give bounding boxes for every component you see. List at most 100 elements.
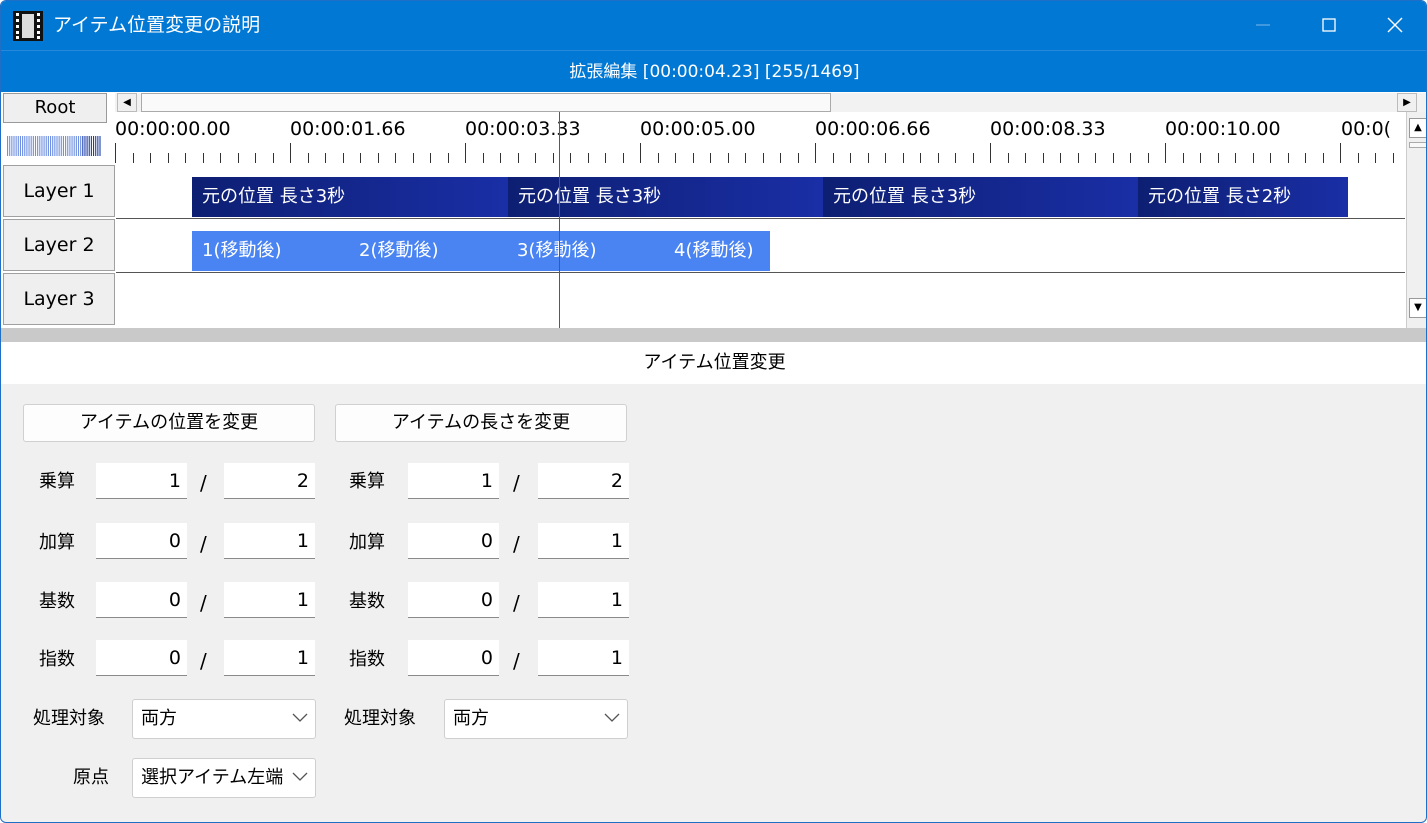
fraction-slash: /: [200, 649, 207, 673]
layer-lane-3[interactable]: [116, 273, 1405, 327]
timeline-clip[interactable]: 1(移動後): [192, 231, 349, 271]
right-target-select[interactable]: 両方: [444, 699, 628, 739]
maximize-icon: [1322, 18, 1336, 32]
left-base-label: 基数: [39, 591, 75, 612]
left-add-denominator-input[interactable]: 1: [224, 523, 315, 559]
scale-bar: [60, 136, 62, 156]
left-exponent-label: 指数: [39, 649, 75, 670]
scale-bar: [45, 136, 47, 156]
scroll-down-icon[interactable]: ▼: [1409, 298, 1426, 318]
right-add-numerator-input[interactable]: 0: [408, 523, 499, 559]
close-button[interactable]: [1362, 1, 1426, 50]
scale-bar: [50, 136, 52, 156]
scale-bar: [41, 136, 43, 156]
right-multiply-denominator-input[interactable]: 2: [538, 463, 629, 499]
left-exponent-numerator-input[interactable]: 0: [96, 640, 187, 676]
scale-bar: [90, 136, 92, 156]
timeline-clip[interactable]: 元の位置 長さ3秒: [823, 177, 1138, 217]
scale-bar: [84, 136, 86, 156]
origin-select[interactable]: 選択アイテム左端: [132, 758, 316, 798]
left-base-numerator-input[interactable]: 0: [96, 582, 187, 618]
maximize-button[interactable]: [1296, 1, 1362, 50]
scroll-left-icon[interactable]: ◀: [117, 93, 137, 112]
panel-splitter[interactable]: [1, 328, 1426, 342]
left-multiply-denominator-input[interactable]: 2: [224, 463, 315, 499]
scale-bar: [82, 136, 84, 156]
layer-lane-2[interactable]: 1(移動後) 2(移動後) 3(移動後) 4(移動後): [116, 219, 1405, 273]
right-exponent-numerator-input[interactable]: 0: [408, 640, 499, 676]
right-add-denominator-input[interactable]: 1: [538, 523, 629, 559]
scale-bar: [24, 136, 26, 156]
scale-bar: [97, 136, 99, 156]
left-base-denominator-input[interactable]: 1: [224, 582, 315, 618]
fraction-slash: /: [513, 471, 520, 495]
change-length-button[interactable]: アイテムの長さを変更: [335, 404, 627, 442]
change-position-button[interactable]: アイテムの位置を変更: [23, 404, 315, 442]
layer-header-2[interactable]: Layer 2: [3, 219, 115, 271]
minimize-button[interactable]: [1230, 1, 1296, 50]
right-multiply-numerator-input[interactable]: 1: [408, 463, 499, 499]
fraction-slash: /: [200, 591, 207, 615]
layer-header-1[interactable]: Layer 1: [3, 165, 115, 217]
scale-bar: [80, 136, 82, 156]
scale-bar: [17, 136, 19, 156]
left-target-select[interactable]: 両方: [132, 699, 316, 739]
root-button[interactable]: Root: [3, 93, 107, 123]
scale-bar: [32, 136, 34, 156]
scale-bar: [88, 136, 90, 156]
timeline-clip[interactable]: 元の位置 長さ2秒: [1138, 177, 1348, 217]
playhead-cursor[interactable]: [559, 112, 560, 328]
vertical-scroll-thumb[interactable]: [1409, 142, 1426, 148]
scale-bar: [22, 136, 24, 156]
chevron-down-icon: [604, 713, 620, 722]
right-base-numerator-input[interactable]: 0: [408, 582, 499, 618]
horizontal-scroll-thumb[interactable]: [141, 93, 831, 112]
scale-bar: [58, 136, 60, 156]
scroll-right-icon[interactable]: ▶: [1397, 93, 1417, 112]
main-window: アイテム位置変更の説明 拡張編集 [00:00:04.23] [255/1469…: [0, 0, 1427, 823]
timeline-clip[interactable]: 2(移動後): [349, 231, 507, 271]
right-target-value: 両方: [453, 708, 489, 729]
scale-bar: [13, 136, 15, 156]
scale-bar: [62, 136, 64, 156]
layer-header-3[interactable]: Layer 3: [3, 273, 115, 325]
time-ruler[interactable]: 00:00:00.00 00:00:01.66 00:00:03.33 00:0…: [115, 113, 1395, 164]
vertical-scrollbar[interactable]: ▲ ▼: [1406, 112, 1426, 328]
panel-title: アイテム位置変更: [1, 342, 1426, 384]
layer-scale-slider[interactable]: [7, 134, 103, 158]
scale-bar: [93, 136, 95, 156]
scale-bar: [86, 136, 88, 156]
extended-edit-header: 拡張編集 [00:00:04.23] [255/1469]: [1, 50, 1426, 92]
scale-bar: [75, 136, 77, 156]
fraction-slash: /: [513, 591, 520, 615]
timeline-clip[interactable]: 3(移動後): [507, 231, 664, 271]
fraction-slash: /: [200, 532, 207, 556]
timeline: Root ◀ ▶ 00:00:00.00 00:00:01.66 00:00:0…: [1, 92, 1426, 328]
scale-bar: [69, 136, 71, 156]
timeline-clip[interactable]: 元の位置 長さ3秒: [192, 177, 508, 217]
scale-bar: [65, 136, 67, 156]
left-target-label: 処理対象: [33, 708, 105, 729]
chevron-down-icon: [292, 713, 308, 722]
scale-bar: [71, 136, 73, 156]
scale-bar: [11, 136, 13, 156]
left-multiply-numerator-input[interactable]: 1: [96, 463, 187, 499]
left-exponent-denominator-input[interactable]: 1: [224, 640, 315, 676]
timeline-clip[interactable]: 元の位置 長さ3秒: [508, 177, 823, 217]
extended-edit-title: 拡張編集 [00:00:04.23] [255/1469]: [569, 62, 860, 82]
window-title: アイテム位置変更の説明: [53, 14, 261, 36]
scale-bar: [54, 136, 56, 156]
layer-lane-1[interactable]: 元の位置 長さ3秒 元の位置 長さ3秒 元の位置 長さ3秒 元の位置 長さ2秒: [116, 165, 1405, 219]
scale-bar: [37, 136, 39, 156]
right-base-denominator-input[interactable]: 1: [538, 582, 629, 618]
fraction-slash: /: [513, 649, 520, 673]
left-add-label: 加算: [39, 532, 75, 553]
horizontal-scrollbar[interactable]: ◀ ▶: [115, 93, 1426, 112]
right-exponent-denominator-input[interactable]: 1: [538, 640, 629, 676]
timeline-clip[interactable]: 4(移動後): [664, 231, 770, 271]
scroll-up-icon[interactable]: ▲: [1409, 118, 1426, 138]
left-add-numerator-input[interactable]: 0: [96, 523, 187, 559]
film-icon: [13, 11, 43, 41]
scale-bar: [56, 136, 58, 156]
scale-bar: [30, 136, 32, 156]
